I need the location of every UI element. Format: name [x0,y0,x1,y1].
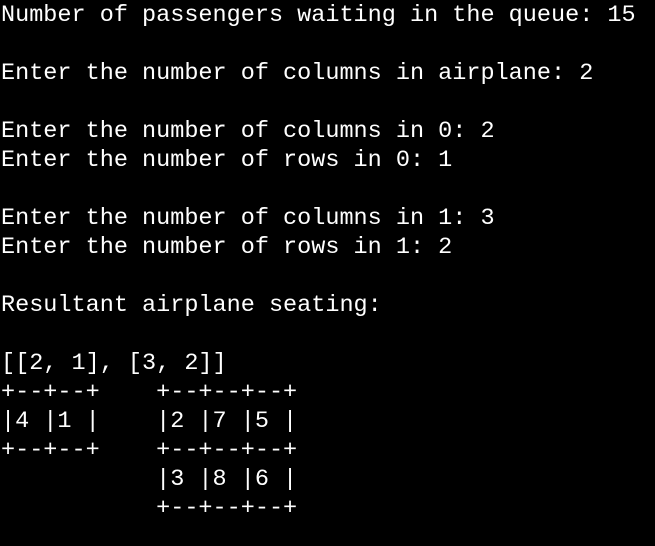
terminal-window[interactable]: Number of passengers waiting in the queu… [0,0,655,546]
seating-grid-border-bottom: +--+--+--+ [1,495,298,522]
columns-in-0-prompt: Enter the number of columns in 0: 2 [1,118,495,145]
result-heading: Resultant airplane seating: [1,292,382,319]
columns-in-1-prompt: Enter the number of columns in 1: 3 [1,205,495,232]
seating-grid-border-middle: +--+--+ +--+--+--+ [1,437,298,464]
seating-grid-row-1: |4 |1 | |2 |7 |5 | [1,408,298,435]
rows-in-1-prompt: Enter the number of rows in 1: 2 [1,234,453,261]
rows-in-0-prompt: Enter the number of rows in 0: 1 [1,147,453,174]
seating-config-list: [[2, 1], [3, 2]] [1,350,227,377]
seating-grid-row-2: |3 |8 |6 | [1,466,298,493]
seating-grid-border-top: +--+--+ +--+--+--+ [1,379,298,406]
airplane-columns-prompt: Enter the number of columns in airplane:… [1,60,594,87]
passenger-count-output: Number of passengers waiting in the queu… [1,2,636,29]
